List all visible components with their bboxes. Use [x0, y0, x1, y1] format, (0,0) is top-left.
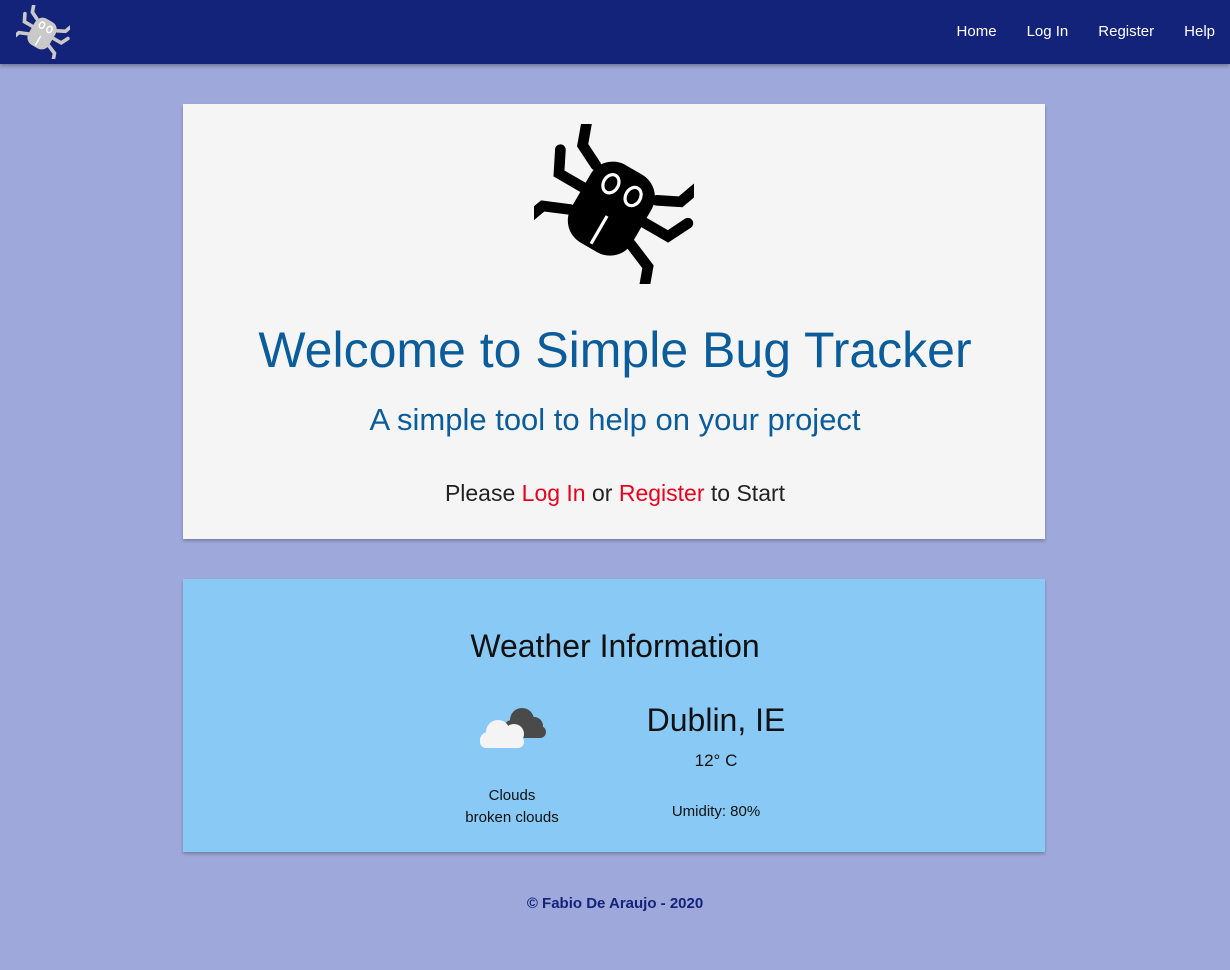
nav-register-link[interactable]: Register [1083, 0, 1169, 64]
bug-icon [534, 124, 694, 284]
cta-or: or [592, 480, 613, 506]
weather-condition: Clouds [488, 787, 536, 804]
weather-city: Dublin, IE [646, 702, 786, 738]
weather-temperature: 12° C [694, 751, 738, 770]
weather-condition-block: Clouds broken clouds [432, 785, 592, 829]
weather-description: broken clouds [465, 809, 559, 826]
bug-logo-icon[interactable] [16, 5, 70, 59]
nav-links: Home Log In Register Help [942, 0, 1230, 64]
register-link[interactable]: Register [619, 480, 705, 506]
welcome-call-to-action: Please Log In or Register to Start [0, 478, 1230, 508]
weather-card [183, 579, 1045, 852]
navbar: Home Log In Register Help [0, 0, 1230, 64]
login-link[interactable]: Log In [522, 480, 586, 506]
cta-suffix: to Start [710, 480, 786, 506]
cta-prefix: Please [444, 480, 516, 506]
footer-copyright: © Fabio De Araujo - 2020 [526, 895, 704, 912]
nav-home-link[interactable]: Home [942, 0, 1012, 64]
nav-help-link[interactable]: Help [1169, 0, 1230, 64]
welcome-subtitle: A simple tool to help on your project [369, 402, 861, 437]
nav-login-link[interactable]: Log In [1012, 0, 1084, 64]
weather-humidity: Umidity: 80% [671, 803, 761, 820]
broken-clouds-icon [480, 708, 546, 748]
weather-title: Weather Information [470, 628, 760, 664]
welcome-title: Welcome to Simple Bug Tracker [258, 322, 972, 378]
